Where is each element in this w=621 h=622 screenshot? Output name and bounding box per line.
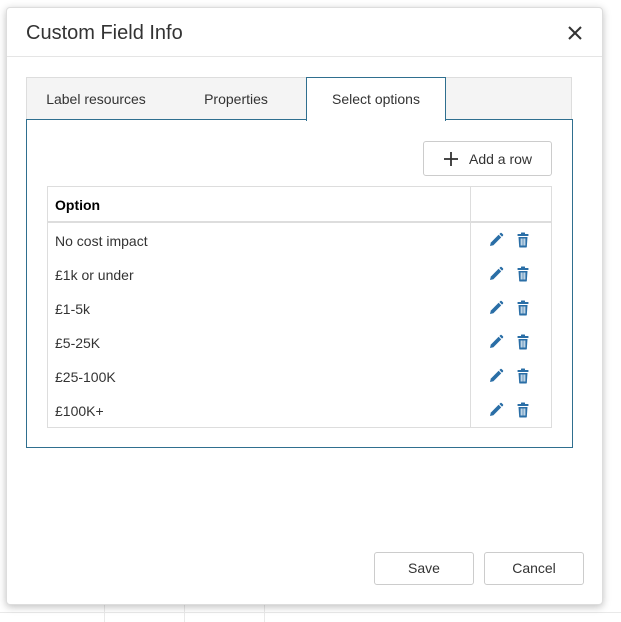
table-row: £1k or under xyxy=(48,257,551,291)
background-divider xyxy=(184,605,185,622)
pencil-icon[interactable] xyxy=(488,368,504,384)
table-row: £25-100K xyxy=(48,359,551,393)
table-row: No cost impact xyxy=(48,223,551,257)
pencil-icon[interactable] xyxy=(488,334,504,350)
plus-icon xyxy=(444,152,458,166)
option-cell: £100K+ xyxy=(55,403,104,419)
table-row: £5-25K xyxy=(48,325,551,359)
trash-icon[interactable] xyxy=(515,266,531,282)
background-divider xyxy=(264,605,265,622)
add-row-label: Add a row xyxy=(469,151,533,167)
dialog-header: Custom Field Info xyxy=(7,8,602,57)
option-cell: £1-5k xyxy=(55,301,91,317)
trash-icon[interactable] xyxy=(515,232,531,248)
dialog-title: Custom Field Info xyxy=(26,22,183,44)
trash-icon[interactable] xyxy=(515,334,531,350)
select-options-panel: Add a row Option No cost impact £1k or un… xyxy=(26,119,573,448)
cancel-button[interactable]: Cancel xyxy=(484,552,584,585)
trash-icon[interactable] xyxy=(515,368,531,384)
trash-icon[interactable] xyxy=(515,402,531,418)
close-icon xyxy=(568,26,582,40)
table-row: £100K+ xyxy=(48,393,551,427)
tab-properties[interactable]: Properties xyxy=(165,78,307,120)
pencil-icon[interactable] xyxy=(488,266,504,282)
pencil-icon[interactable] xyxy=(488,300,504,316)
tab-label-resources[interactable]: Label resources xyxy=(27,78,165,120)
option-cell: £25-100K xyxy=(55,369,116,385)
table-row: £1-5k xyxy=(48,291,551,325)
save-button[interactable]: Save xyxy=(374,552,474,585)
option-cell: £5-25K xyxy=(55,335,101,351)
tab-bar: Label resources Properties Select option… xyxy=(26,77,572,121)
tab-select-options[interactable]: Select options xyxy=(306,77,446,121)
add-row-button[interactable]: Add a row xyxy=(423,141,552,176)
pencil-icon[interactable] xyxy=(488,232,504,248)
pencil-icon[interactable] xyxy=(488,402,504,418)
custom-field-dialog: Custom Field Info Label resources Proper… xyxy=(6,7,603,605)
close-button[interactable] xyxy=(564,22,586,44)
options-table: Option No cost impact £1k or under £1-5k £5… xyxy=(47,186,552,428)
table-header: Option xyxy=(48,187,551,223)
background-divider xyxy=(0,612,621,613)
option-cell: No cost impact xyxy=(55,233,148,249)
trash-icon[interactable] xyxy=(515,300,531,316)
background-divider xyxy=(104,605,105,622)
column-header-option: Option xyxy=(55,197,101,213)
option-cell: £1k or under xyxy=(55,267,134,283)
